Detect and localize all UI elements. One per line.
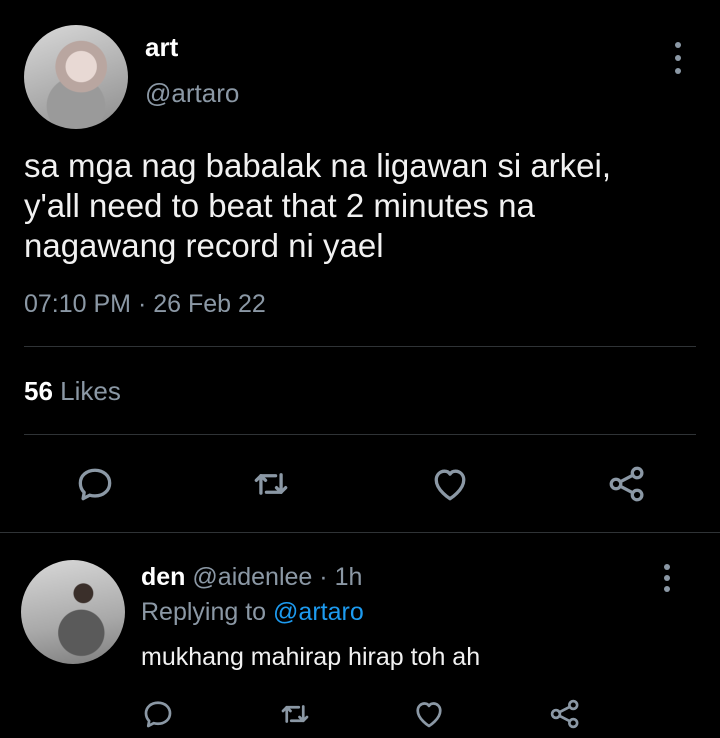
separator-dot: · [137,290,147,318]
likes-label: Likes [60,376,121,406]
share-icon[interactable] [605,462,649,506]
tweet-text-line: nagawang record ni yael [24,227,384,264]
reply-text: mukhang mahirap hirap toh ah [141,643,481,671]
reply-icon[interactable] [73,462,117,506]
replying-to-label: Replying to [141,598,267,626]
reply-age: 1h [334,563,363,591]
likes-count: 56 [24,376,53,406]
separator-dot: · [319,563,328,591]
divider [24,346,696,347]
likes-stat[interactable]: 56 Likes [24,376,121,407]
tweet-timestamp[interactable]: 07:10 PM · 26 Feb 22 [24,290,266,319]
share-icon[interactable] [547,696,583,732]
like-icon[interactable] [411,696,447,732]
retweet-icon[interactable] [277,696,313,732]
replying-to: Replying to @artaro [141,598,364,627]
tweet-text: sa mga nag babalak na ligawan si arkei, … [24,146,684,266]
author-avatar[interactable] [24,25,128,129]
tweet-date: 26 Feb 22 [153,290,266,318]
divider [0,532,720,533]
like-icon[interactable] [428,462,472,506]
tweet-text-line: y'all need to beat that 2 minutes na [24,187,535,224]
reply-icon[interactable] [140,696,176,732]
author-handle[interactable]: @artaro [145,78,239,109]
divider [24,434,696,435]
reply-author-avatar[interactable] [21,560,125,664]
replying-to-link[interactable]: @artaro [273,598,364,626]
author-display-name[interactable]: art [145,32,178,63]
more-options-icon[interactable] [674,42,682,74]
reply-header: den @aidenlee · 1h [141,563,362,592]
reply-author-handle[interactable]: @aidenlee [192,563,312,591]
retweet-icon[interactable] [249,462,293,506]
reply-author-name[interactable]: den [141,563,185,591]
reply-more-options-icon[interactable] [663,564,671,592]
tweet-time: 07:10 PM [24,290,132,318]
tweet-text-line: sa mga nag babalak na ligawan si arkei, [24,147,612,184]
